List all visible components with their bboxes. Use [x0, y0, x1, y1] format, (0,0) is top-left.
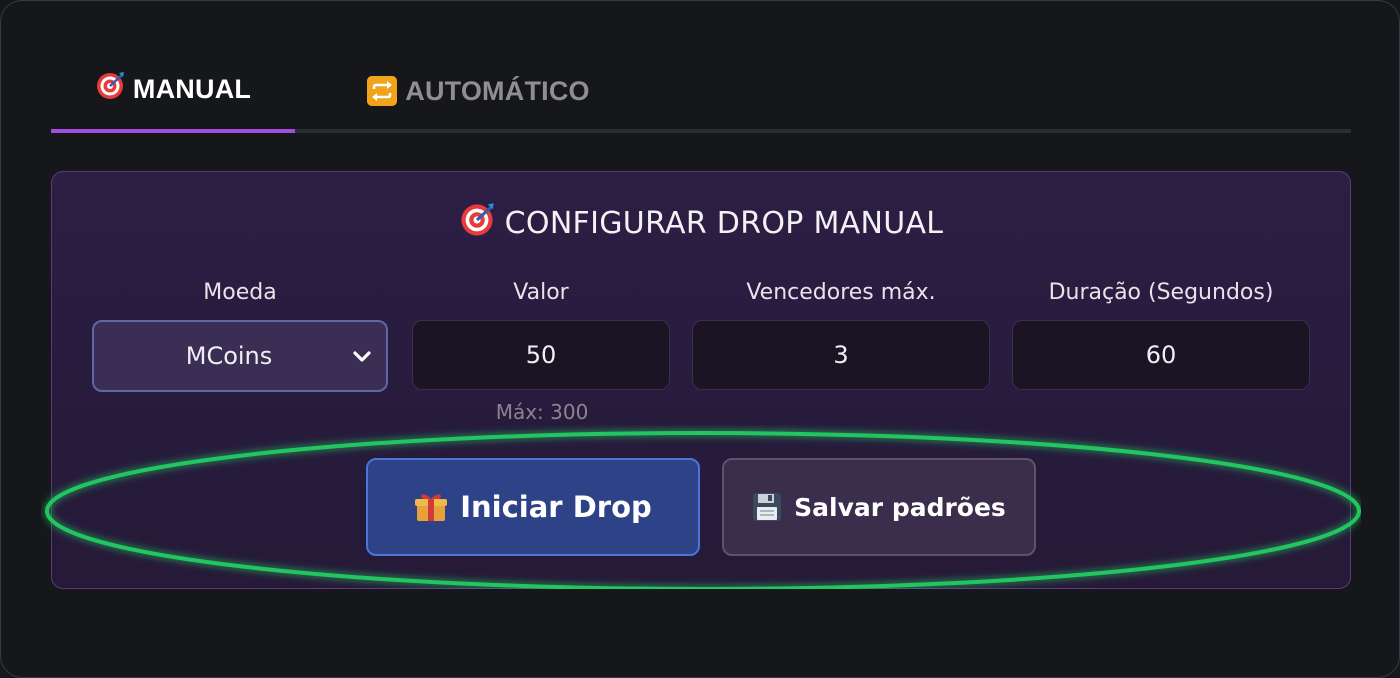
repeat-icon	[367, 76, 398, 106]
target-icon	[459, 202, 495, 246]
card-title-text: CONFIGURAR DROP MANUAL	[504, 206, 944, 241]
currency-select[interactable]: MCoins	[92, 320, 388, 392]
tab-bar: MANUAL AUTOMÁTICO	[51, 49, 1351, 133]
manual-drop-card: CONFIGURAR DROP MANUAL Moeda Valor Vence…	[51, 171, 1351, 589]
max-winners-label: Vencedores máx.	[746, 280, 936, 305]
start-drop-label: Iniciar Drop	[460, 490, 652, 524]
chevron-down-icon	[353, 351, 371, 362]
currency-label: Moeda	[203, 280, 277, 305]
currency-select-value: MCoins	[185, 342, 273, 370]
floppy-disk-icon	[753, 493, 782, 521]
amount-input[interactable]: 50	[412, 320, 670, 390]
max-winners-input[interactable]: 3	[692, 320, 990, 390]
tab-manual-label: MANUAL	[132, 73, 252, 104]
duration-label: Duração (Segundos)	[1048, 280, 1274, 305]
duration-input[interactable]: 60	[1012, 320, 1310, 390]
tab-automatic[interactable]: AUTOMÁTICO	[361, 51, 596, 131]
drop-panel: MANUAL AUTOMÁTICO CONFIGURAR DROP MANUAL…	[0, 0, 1400, 678]
save-defaults-button[interactable]: Salvar padrões	[722, 458, 1036, 556]
amount-label: Valor	[513, 280, 569, 305]
target-icon	[95, 71, 125, 108]
card-title: CONFIGURAR DROP MANUAL	[52, 202, 1350, 246]
start-drop-button[interactable]: Iniciar Drop	[366, 458, 700, 556]
gift-icon	[415, 494, 448, 521]
tab-manual[interactable]: MANUAL	[51, 49, 295, 133]
tab-automatic-label: AUTOMÁTICO	[405, 75, 590, 106]
amount-hint: Máx: 300	[495, 400, 589, 424]
save-defaults-label: Salvar padrões	[794, 492, 1006, 522]
